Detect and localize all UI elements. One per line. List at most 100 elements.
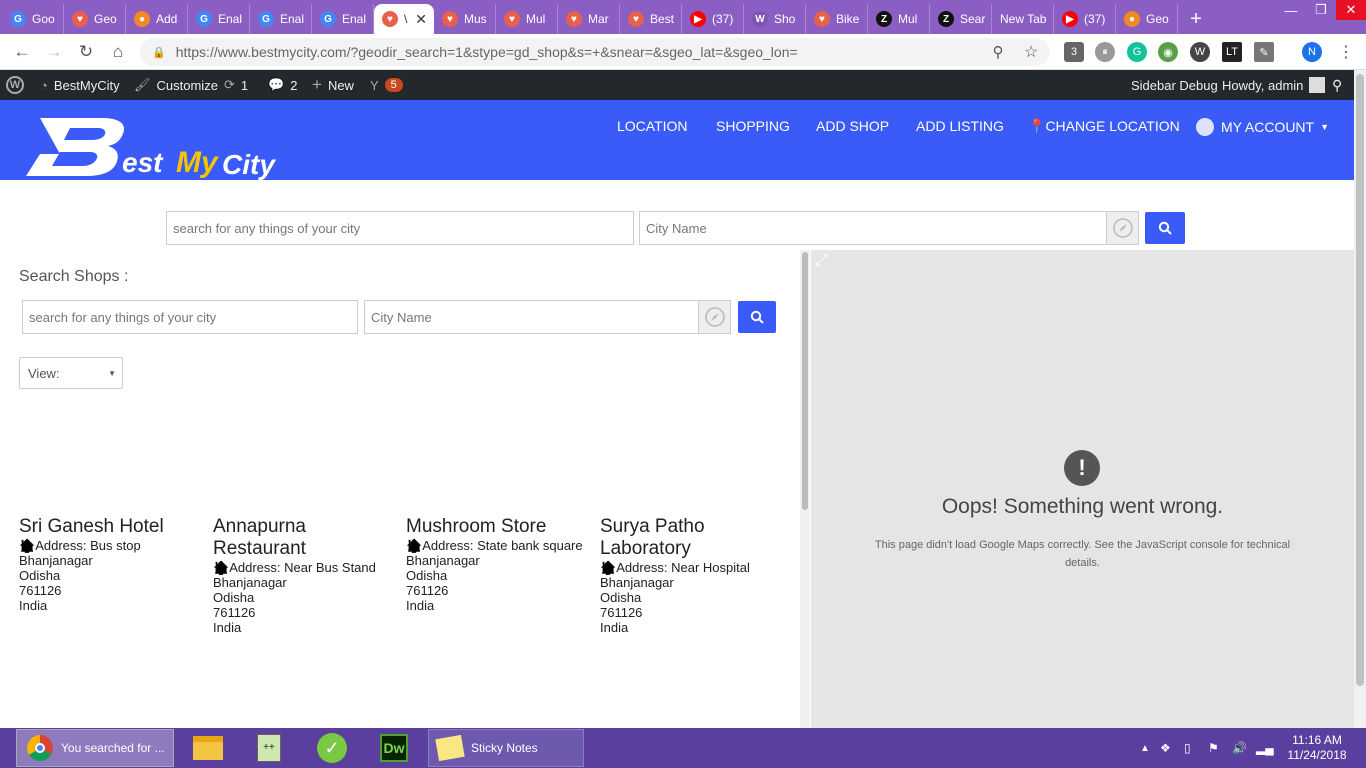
search-icon bbox=[1158, 221, 1172, 235]
listing-address-row: 🏠Address: Bus stop bbox=[19, 538, 209, 553]
menu-location[interactable]: LOCATION bbox=[617, 118, 688, 134]
browser-tab[interactable]: ♥ \ ✕ bbox=[374, 4, 434, 34]
wordpress-extension-icon[interactable]: W bbox=[1190, 42, 1210, 62]
devices-icon[interactable]: ▯ bbox=[1184, 728, 1191, 768]
minimize-button[interactable]: — bbox=[1276, 0, 1306, 20]
top-locate-button[interactable] bbox=[1106, 211, 1139, 245]
top-city-input[interactable] bbox=[639, 211, 1107, 245]
clock[interactable]: 11:16 AM 11/24/2018 bbox=[1286, 728, 1348, 768]
browser-tab[interactable]: ♥ Mar bbox=[558, 4, 620, 34]
restore-button[interactable]: ❐ bbox=[1306, 0, 1336, 20]
omnibox[interactable]: 🔒 https://www.bestmycity.com/?geodir_sea… bbox=[140, 38, 1050, 66]
admin-new-link[interactable]: + New bbox=[312, 70, 354, 100]
browser-tab[interactable]: ♥ Geo bbox=[64, 4, 126, 34]
browser-tab[interactable]: Z Mul bbox=[868, 4, 930, 34]
browser-tab[interactable]: ♥ Bike bbox=[806, 4, 868, 34]
menu-add-shop[interactable]: ADD SHOP bbox=[816, 118, 889, 134]
reload-icon[interactable]: ↻ bbox=[74, 40, 98, 64]
dreamweaver-icon[interactable]: Dw bbox=[380, 729, 408, 767]
dropbox-icon[interactable]: ❖ bbox=[1160, 728, 1171, 768]
compass-icon bbox=[1112, 218, 1133, 238]
zoom-search-icon[interactable]: ⚲ bbox=[986, 40, 1010, 64]
page-scrollbar-thumb[interactable] bbox=[1356, 74, 1364, 686]
menu-my-account[interactable]: MY ACCOUNT ▼ bbox=[1196, 118, 1329, 136]
url-text[interactable]: https://www.bestmycity.com/?geodir_searc… bbox=[176, 44, 798, 60]
browser-tab[interactable]: G Enal bbox=[250, 4, 312, 34]
admin-yoast-link[interactable]: Y5 bbox=[370, 70, 403, 100]
map-panel[interactable]: ⤢ ! Oops! Something went wrong. This pag… bbox=[811, 250, 1354, 728]
tab-label: Mul bbox=[898, 12, 918, 26]
browser-tab[interactable]: ● Add bbox=[126, 4, 188, 34]
admin-customize-link[interactable]: 🖌 Customize bbox=[134, 70, 218, 100]
browser-tab[interactable]: ♥ Best bbox=[620, 4, 682, 34]
view-select[interactable]: View: ▼ bbox=[19, 357, 123, 389]
listing-city-row: Bhanjanagar bbox=[213, 575, 403, 590]
tray-overflow-icon[interactable]: ▲ bbox=[1140, 728, 1150, 768]
grammarly-icon[interactable]: G bbox=[1127, 42, 1147, 62]
admin-site-link[interactable]: ◔ BestMyCity bbox=[40, 70, 120, 100]
shops-locate-button[interactable] bbox=[698, 300, 731, 334]
change-location-label: CHANGE LOCATION bbox=[1045, 118, 1180, 134]
top-search-button[interactable] bbox=[1145, 212, 1185, 244]
close-window-button[interactable]: ✕ bbox=[1336, 0, 1366, 20]
menu-dots-icon[interactable]: ⋮ bbox=[1334, 40, 1358, 64]
listing-country: India bbox=[19, 598, 48, 613]
globe-extension-icon[interactable]: ◉ bbox=[1158, 42, 1178, 62]
tab-favicon-icon: ♥ bbox=[382, 11, 398, 27]
network-icon[interactable]: ▂▄ bbox=[1256, 728, 1274, 768]
profile-avatar[interactable]: N bbox=[1302, 42, 1322, 62]
green-app-icon[interactable]: ✓ bbox=[316, 729, 348, 767]
bookmark-star-icon[interactable]: ☆ bbox=[1019, 40, 1043, 64]
shops-search-button[interactable] bbox=[738, 301, 776, 333]
listing-title[interactable]: Mushroom Store bbox=[406, 516, 546, 537]
search-shops-title: Search Shops : bbox=[19, 268, 129, 285]
languagetool-icon[interactable]: LT bbox=[1222, 42, 1242, 62]
wordpress-logo-icon[interactable]: W bbox=[6, 70, 24, 100]
admin-updates-link[interactable]: ⟳ 1 bbox=[224, 70, 248, 100]
taskbar-sticky-notes[interactable]: Sticky Notes bbox=[428, 729, 584, 767]
listing-country-row: India bbox=[406, 598, 596, 613]
file-explorer-icon[interactable] bbox=[190, 729, 226, 767]
forward-icon[interactable]: → bbox=[42, 40, 66, 64]
listing-title[interactable]: Annapurna Restaurant bbox=[213, 516, 306, 559]
browser-tab[interactable]: ♥ Mul bbox=[496, 4, 558, 34]
listing-title[interactable]: Surya Patho Laboratory bbox=[600, 516, 705, 559]
menu-add-listing[interactable]: ADD LISTING bbox=[916, 118, 1004, 134]
back-icon[interactable]: ← bbox=[10, 40, 34, 64]
content-scrollbar-thumb[interactable] bbox=[802, 252, 808, 510]
expand-map-icon[interactable]: ⤢ bbox=[815, 252, 828, 270]
browser-tab[interactable]: Z Sear bbox=[930, 4, 992, 34]
browser-tab[interactable]: ▶ (37) bbox=[1054, 4, 1116, 34]
browser-tab[interactable]: W Sho bbox=[744, 4, 806, 34]
browser-tab[interactable]: ● Geo bbox=[1116, 4, 1178, 34]
home-icon[interactable]: ⌂ bbox=[106, 40, 130, 64]
tab-close-icon[interactable]: ✕ bbox=[415, 11, 427, 28]
shops-city-input[interactable] bbox=[364, 300, 700, 334]
eyedropper-icon[interactable]: ✎ bbox=[1254, 42, 1274, 62]
top-search-input[interactable] bbox=[166, 211, 634, 245]
listing-card: Mushroom Store 🏠Address: State bank squar… bbox=[406, 516, 596, 613]
browser-tab[interactable]: G Enal bbox=[188, 4, 250, 34]
menu-shopping[interactable]: SHOPPING bbox=[716, 118, 790, 134]
new-tab-button[interactable]: + bbox=[1178, 4, 1214, 34]
admin-comments-link[interactable]: 💬 2 bbox=[268, 70, 297, 100]
taskbar-chrome[interactable]: You searched for ... bbox=[16, 729, 174, 767]
listing-title[interactable]: Sri Ganesh Hotel bbox=[19, 516, 164, 537]
volume-icon[interactable]: 🔊 bbox=[1232, 728, 1247, 768]
browser-tab[interactable]: ♥ Mus bbox=[434, 4, 496, 34]
menu-change-location[interactable]: 📍CHANGE LOCATION bbox=[1028, 118, 1180, 135]
browser-tab[interactable]: ▶ (37) bbox=[682, 4, 744, 34]
browser-tab[interactable]: G Enal bbox=[312, 4, 374, 34]
site-logo[interactable]: est My City bbox=[26, 114, 286, 180]
listing-zip-row: 761126 bbox=[406, 583, 596, 598]
notepad-plus-icon[interactable]: ++ bbox=[254, 729, 284, 767]
admin-search-icon[interactable]: ⚲ bbox=[1332, 70, 1342, 100]
flag-icon[interactable]: ⚑ bbox=[1208, 728, 1219, 768]
admin-account-link[interactable]: Howdy, admin bbox=[1222, 70, 1326, 100]
browser-tab[interactable]: G Goo bbox=[2, 4, 64, 34]
extension-icon[interactable]: 3 bbox=[1064, 42, 1084, 62]
browser-tab[interactable]: New Tab bbox=[992, 4, 1054, 34]
pause-extension-icon[interactable]: ⏸ bbox=[1095, 42, 1115, 62]
sidebar-debug-link[interactable]: Sidebar Debug bbox=[1131, 70, 1218, 100]
shops-search-input[interactable] bbox=[22, 300, 358, 334]
